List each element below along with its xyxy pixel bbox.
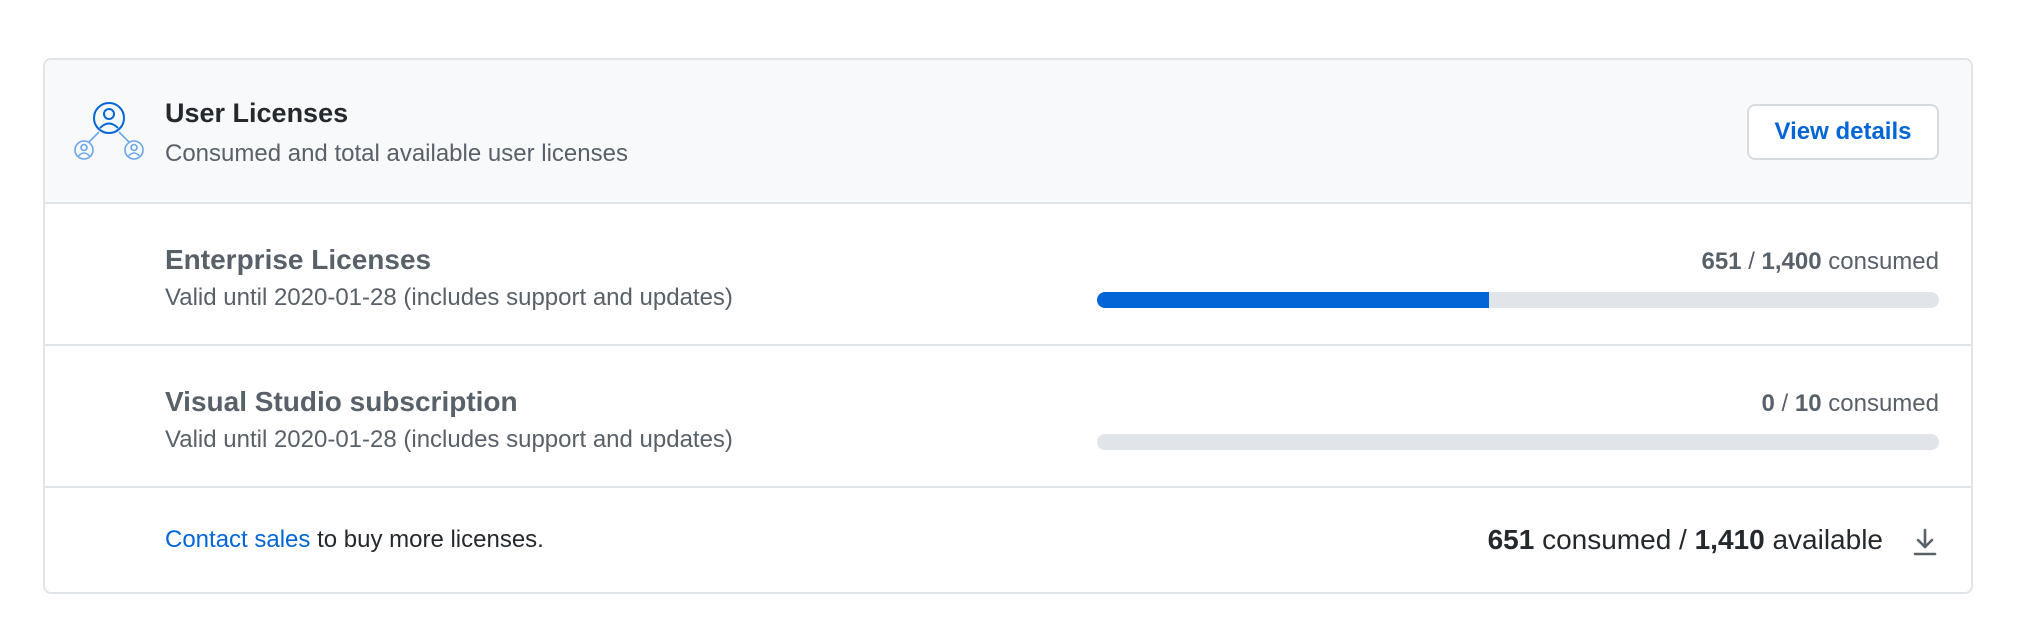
license-validity: Valid until 2020-01-28 (includes support… <box>165 284 733 311</box>
total-available: 1,410 <box>1694 524 1765 555</box>
license-progress-bar <box>1097 292 1939 308</box>
contact-sales-text: Contact sales to buy more licenses. <box>165 526 544 554</box>
card-header: User Licenses Consumed and total availab… <box>45 60 1971 204</box>
download-icon[interactable] <box>1911 526 1939 558</box>
card-footer: Contact sales to buy more licenses. 651 … <box>45 488 1971 592</box>
license-validity: Valid until 2020-01-28 (includes support… <box>165 426 733 453</box>
available-word: available <box>1764 524 1883 555</box>
user-licenses-icon <box>73 102 145 164</box>
contact-sales-rest: to buy more licenses. <box>310 526 544 553</box>
card-subtitle: Consumed and total available user licens… <box>165 140 628 167</box>
license-consumed-count: 0 / 10 consumed <box>1762 390 1939 418</box>
count-separator: / <box>1748 248 1755 275</box>
license-row-enterprise: Enterprise Licenses Valid until 2020-01-… <box>45 204 1971 346</box>
consumed-suffix: consumed <box>1828 390 1939 417</box>
contact-sales-link[interactable]: Contact sales <box>165 526 310 553</box>
count-separator: / <box>1781 390 1789 417</box>
progress-fill <box>1097 292 1489 308</box>
total-consumed: 651 <box>1487 524 1535 555</box>
total-value: 10 <box>1794 390 1822 417</box>
consumed-suffix: consumed <box>1828 248 1939 275</box>
license-title: Enterprise Licenses <box>165 244 432 275</box>
user-licenses-card: User Licenses Consumed and total availab… <box>43 58 1973 594</box>
consumed-value: 0 <box>1761 390 1775 417</box>
license-row-visual-studio: Visual Studio subscription Valid until 2… <box>45 346 1971 488</box>
license-consumed-count: 651 / 1,400 consumed <box>1701 248 1939 276</box>
view-details-button[interactable]: View details <box>1747 104 1939 160</box>
card-title: User Licenses <box>165 98 349 128</box>
consumed-value: 651 <box>1701 248 1742 275</box>
total-value: 1,400 <box>1761 248 1822 275</box>
license-title: Visual Studio subscription <box>165 386 518 417</box>
license-totals: 651 consumed / 1,410 available <box>1488 524 1883 556</box>
consumed-word: consumed / <box>1534 524 1695 555</box>
license-progress-bar <box>1097 434 1939 450</box>
